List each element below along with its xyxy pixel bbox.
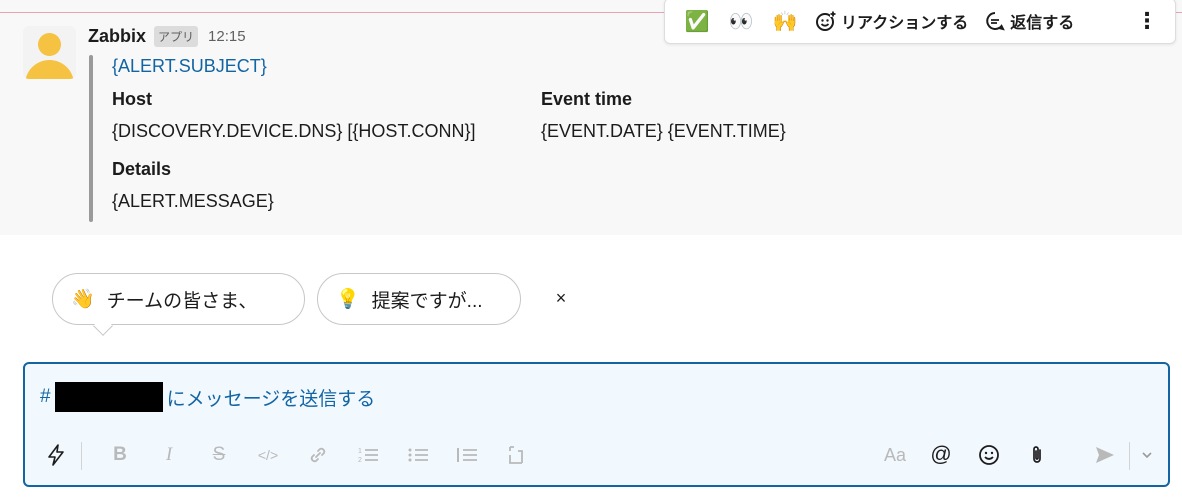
bullet-list-icon[interactable] — [401, 438, 435, 472]
host-label: Host — [112, 89, 152, 109]
strikethrough-button[interactable]: S — [202, 438, 236, 472]
app-badge: アプリ — [154, 25, 199, 47]
suggestion-text: 提案ですが... — [371, 290, 483, 312]
close-suggestions-icon[interactable]: × — [551, 286, 571, 310]
message-timestamp[interactable]: 12:15 — [208, 28, 246, 45]
formatting-toolbar: B I S </> 12 Aa @ — [25, 438, 1168, 472]
reply-in-thread-button[interactable]: 返信する — [976, 3, 1082, 39]
raised-hands-emoji-button[interactable]: 🙌 — [763, 3, 807, 39]
message-header: Zabbix アプリ 12:15 — [88, 24, 246, 48]
waving-hand-icon: 👋 — [71, 289, 95, 310]
blockquote-icon[interactable] — [450, 438, 484, 472]
bold-button[interactable]: B — [103, 438, 137, 472]
suggestion-chip-greeting[interactable]: 👋 チームの皆さま、 — [52, 273, 305, 325]
message-input[interactable]: # にメッセージを送信する — [40, 382, 375, 412]
svg-text:2: 2 — [358, 457, 362, 464]
channel-hash: # — [40, 386, 51, 407]
details-label: Details — [112, 159, 172, 179]
ordered-list-icon[interactable]: 12 — [351, 438, 385, 472]
thread-reply-icon — [986, 12, 1006, 31]
avatar[interactable] — [23, 26, 76, 79]
eyes-emoji-button[interactable]: 👀 — [719, 3, 763, 39]
host-value: {DISCOVERY.DEVICE.DNS} [{HOST.CONN}] — [112, 121, 476, 141]
add-reaction-button[interactable]: リアクションする — [807, 3, 976, 39]
check-mark-emoji-button[interactable]: ✅ — [675, 3, 719, 39]
more-actions-icon[interactable]: ⋮ — [1129, 3, 1165, 39]
italic-button[interactable]: I — [152, 438, 186, 472]
details-value: {ALERT.MESSAGE} — [112, 191, 274, 211]
message-composer[interactable]: # にメッセージを送信する B I S </> 12 Aa @ — [23, 362, 1170, 487]
redacted-channel-name — [54, 382, 163, 412]
svg-text:1: 1 — [358, 448, 362, 455]
emoji-icon[interactable] — [972, 438, 1006, 472]
code-button[interactable]: </> — [251, 438, 285, 472]
mention-button[interactable]: @ — [924, 438, 958, 472]
add-reaction-label: リアクションする — [841, 15, 969, 32]
message-placeholder: にメッセージを送信する — [166, 388, 376, 410]
send-icon[interactable] — [1088, 438, 1122, 472]
light-bulb-icon: 💡 — [336, 289, 360, 310]
sender-name[interactable]: Zabbix — [88, 26, 146, 47]
link-icon[interactable] — [301, 438, 335, 472]
chevron-down-icon[interactable] — [1133, 438, 1161, 472]
formatting-toggle-button[interactable]: Aa — [878, 438, 912, 472]
shortcuts-icon[interactable] — [39, 438, 73, 472]
alert-subject-link[interactable]: {ALERT.SUBJECT} — [112, 56, 267, 77]
suggestion-text: チームの皆さま、 — [106, 290, 258, 312]
attachment-bar — [89, 55, 93, 222]
event-time-value: {EVENT.DATE} {EVENT.TIME} — [541, 121, 786, 141]
event-time-label: Event time — [541, 89, 633, 109]
code-block-icon[interactable] — [499, 438, 533, 472]
add-reaction-icon — [816, 11, 836, 31]
suggestion-chip-proposal[interactable]: 💡 提案ですが... — [317, 273, 521, 325]
reply-label: 返信する — [1010, 15, 1075, 32]
message-actions-toolbar: ✅ 👀 🙌 リアクションする 返信する ⋮ — [664, 0, 1176, 44]
attachment-icon[interactable] — [1020, 438, 1054, 472]
